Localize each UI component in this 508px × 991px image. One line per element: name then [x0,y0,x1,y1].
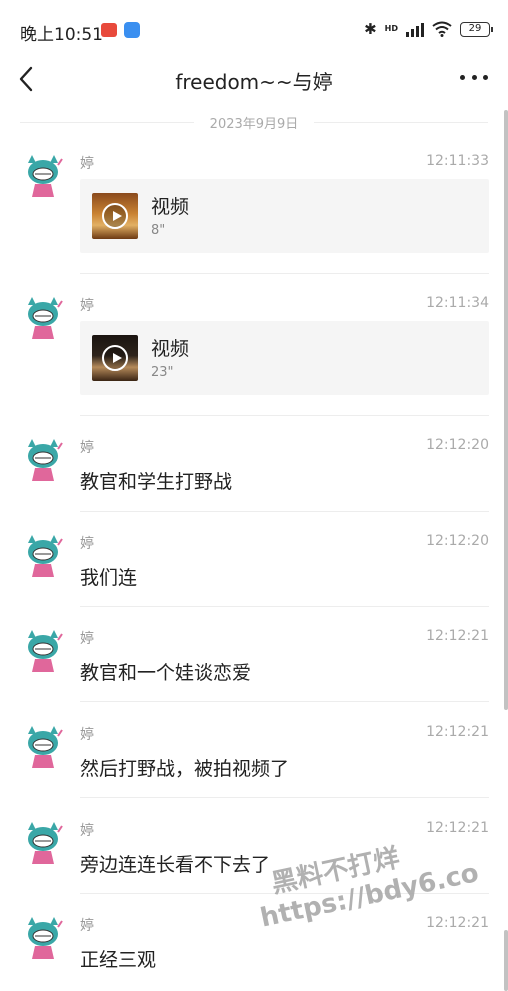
play-icon [102,345,128,371]
message-text[interactable]: 我们连 [80,563,137,590]
sender-name: 婷 [80,918,94,934]
divider [80,511,489,512]
avatar[interactable] [20,724,66,774]
page-title: freedom~~与婷 [175,70,333,94]
scrollbar[interactable] [504,110,508,710]
message-text[interactable]: 然后打野战，被拍视频了 [80,754,289,781]
divider [80,273,489,274]
divider [80,415,489,416]
date-divider: 2023年9月9日 [20,113,488,133]
avatar[interactable] [20,533,66,583]
sender-name: 婷 [80,631,94,647]
message-text[interactable]: 正经三观 [80,945,156,972]
message-text[interactable]: 旁边连连长看不下去了 [80,850,270,877]
sender-name: 婷 [80,298,94,314]
notification-app-icon [101,23,117,37]
signal-icon [406,21,424,37]
scrollbar-lower[interactable] [504,930,508,991]
wifi-icon [432,21,452,37]
hd-label: HD [384,24,398,33]
video-duration: 8" [151,223,166,238]
sender-name: 婷 [80,156,94,172]
avatar[interactable] [20,437,66,487]
video-title: 视频 [151,196,190,218]
message-time: 12:12:20 [426,533,489,549]
avatar[interactable] [20,295,66,345]
sender-name: 婷 [80,823,94,839]
video-thumbnail [92,335,138,381]
status-icons: ✱ HD 29 [364,20,493,38]
sender-name: 婷 [80,536,94,552]
date-label: 2023年9月9日 [194,113,314,132]
message-time: 12:11:33 [426,153,489,169]
avatar[interactable] [20,628,66,678]
status-time: 晚上10:51 [20,25,103,45]
video-thumbnail [92,193,138,239]
status-bar: 晚上10:51 ✱ HD 29 [0,0,508,60]
message-time: 12:12:21 [426,724,489,740]
battery-icon: 29 [460,21,493,37]
avatar[interactable] [20,153,66,203]
notification-app-icon-2 [124,22,140,38]
video-duration: 23" [151,365,174,380]
message-time: 12:12:20 [426,437,489,453]
message-time: 12:12:21 [426,628,489,644]
divider [80,701,489,702]
divider [80,606,489,607]
message-time: 12:11:34 [426,295,489,311]
divider [80,797,489,798]
video-title: 视频 [151,338,190,360]
avatar[interactable] [20,820,66,870]
bluetooth-icon: ✱ [364,20,377,38]
sender-name: 婷 [80,440,94,456]
video-message[interactable]: 视频 23" [80,321,489,395]
avatar[interactable] [20,915,66,965]
chat-header: freedom~~与婷 [0,60,508,100]
message-text[interactable]: 教官和学生打野战 [80,467,232,494]
more-menu-icon[interactable] [460,72,488,82]
sender-name: 婷 [80,727,94,743]
video-message[interactable]: 视频 8" [80,179,489,253]
message-text[interactable]: 教官和一个娃谈恋爱 [80,658,251,685]
play-icon [102,203,128,229]
message-time: 12:12:21 [426,915,489,931]
